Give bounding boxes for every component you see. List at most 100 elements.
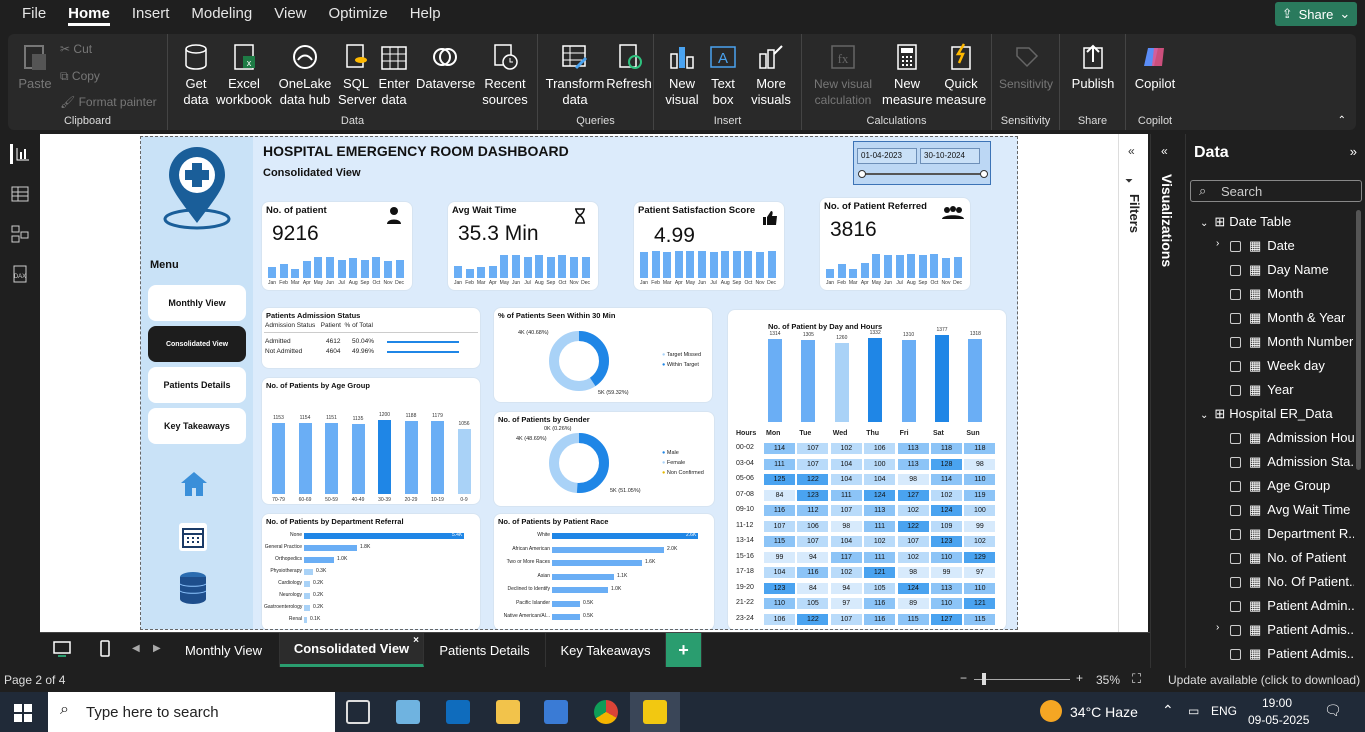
sensitivity-button[interactable]: Sensitivity xyxy=(996,42,1056,92)
powerbi-taskbar-button[interactable] xyxy=(630,692,680,732)
tab-patients-details[interactable]: Patients Details xyxy=(424,633,546,667)
checkbox[interactable] xyxy=(1230,313,1241,325)
field-item[interactable]: › ▦ Patient Admis... xyxy=(1216,622,1354,638)
field-item[interactable]: ▦ Department R... xyxy=(1216,526,1354,542)
share-button[interactable]: ⇪ Share ⌄ xyxy=(1275,2,1357,26)
new-visual-button[interactable]: New visual xyxy=(660,42,704,108)
field-item[interactable]: ▦ Age Group xyxy=(1216,478,1330,494)
chevron-left-icon[interactable]: « xyxy=(1128,144,1135,158)
taskbar-search[interactable]: ⌕ Type here to search xyxy=(48,692,335,732)
checkbox[interactable] xyxy=(1230,505,1241,517)
checkbox[interactable] xyxy=(1230,553,1241,565)
new-visual-calculation-button[interactable]: fx New visual calculation xyxy=(806,42,880,108)
mobile-layout-icon[interactable] xyxy=(98,639,112,659)
checkbox[interactable] xyxy=(1230,481,1241,493)
field-table[interactable]: ⌄ ⊞ Date Table xyxy=(1200,214,1291,230)
battery-icon[interactable]: ▭ xyxy=(1188,704,1199,718)
home-icon[interactable] xyxy=(179,469,209,499)
field-item[interactable]: ▦ Year xyxy=(1216,382,1294,398)
clock-date[interactable]: 09-05-2025 xyxy=(1248,713,1309,727)
zoom-slider-handle[interactable] xyxy=(982,673,986,685)
checkbox[interactable] xyxy=(1230,289,1241,301)
add-page-button[interactable]: + xyxy=(666,633,702,667)
get-data-button[interactable]: Get data xyxy=(176,42,216,108)
checkbox[interactable] xyxy=(1230,385,1241,397)
enter-data-button[interactable]: Enter data xyxy=(376,42,412,108)
date-slider-start-handle[interactable] xyxy=(858,170,866,178)
menu-insert[interactable]: Insert xyxy=(132,5,170,26)
quick-measure-button[interactable]: Quick measure xyxy=(932,42,990,108)
refresh-button[interactable]: Refresh xyxy=(606,42,652,92)
paste-button[interactable]: Paste xyxy=(18,42,52,92)
data-search-input[interactable]: ⌕ Search xyxy=(1190,180,1362,202)
prev-page-icon[interactable]: ◀ xyxy=(132,643,140,654)
zoom-out-button[interactable]: − xyxy=(960,671,967,685)
checkbox[interactable] xyxy=(1230,361,1241,373)
table-view-icon[interactable] xyxy=(10,184,30,204)
date-slider-end-handle[interactable] xyxy=(980,170,988,178)
desktop-layout-icon[interactable] xyxy=(52,639,72,659)
sql-server-button[interactable]: SQL Server xyxy=(338,42,376,108)
menu-modeling[interactable]: Modeling xyxy=(191,5,252,26)
task-view-icon[interactable] xyxy=(346,700,370,724)
field-item[interactable]: ▦ Day Name xyxy=(1216,262,1329,278)
field-item[interactable]: ▦ Admission Hour xyxy=(1216,430,1354,446)
format-painter-button[interactable]: 🖌 Format painter xyxy=(60,95,157,109)
menu-file[interactable]: File xyxy=(22,5,46,26)
checkbox[interactable] xyxy=(1230,601,1241,613)
field-item[interactable]: ▦ Patient Admin... xyxy=(1216,598,1354,614)
more-visuals-button[interactable]: More visuals xyxy=(744,42,798,108)
chevron-up-icon[interactable]: ⌃ xyxy=(1162,702,1174,719)
copilot-button[interactable]: Copilot xyxy=(1128,42,1182,92)
checkbox[interactable] xyxy=(1230,529,1241,541)
fit-page-icon[interactable]: ⛶ xyxy=(1132,671,1141,687)
field-item[interactable]: ▦ Avg Wait Time xyxy=(1216,502,1350,518)
field-table[interactable]: ⌄ ⊞ Hospital ER_Data xyxy=(1200,406,1333,422)
field-item[interactable]: ▦ Admission Sta... xyxy=(1216,454,1354,470)
chrome-icon[interactable] xyxy=(594,700,618,724)
nav-key-takeaways[interactable]: Key Takeaways xyxy=(148,408,246,444)
excel-workbook-button[interactable]: x Excel workbook xyxy=(216,42,272,108)
database-icon[interactable] xyxy=(177,571,209,605)
checkbox[interactable] xyxy=(1230,577,1241,589)
new-measure-button[interactable]: New measure xyxy=(882,42,933,108)
next-page-icon[interactable]: ▶ xyxy=(153,643,161,654)
clock-time[interactable]: 19:00 xyxy=(1262,696,1292,710)
dax-query-icon[interactable]: DAX xyxy=(10,264,30,284)
weather-text[interactable]: 34°C Haze xyxy=(1070,704,1138,720)
nav-patients-details[interactable]: Patients Details xyxy=(148,367,246,403)
tab-key-takeaways[interactable]: Key Takeaways xyxy=(546,633,666,667)
menu-optimize[interactable]: Optimize xyxy=(329,5,388,26)
date-from-input[interactable]: 01-04-2023 xyxy=(857,148,917,164)
tab-monthly-view[interactable]: Monthly View xyxy=(168,633,280,667)
checkbox[interactable] xyxy=(1230,433,1241,445)
update-notice[interactable]: Update available (click to download) xyxy=(1168,673,1360,687)
language-indicator[interactable]: ENG xyxy=(1211,704,1237,718)
checkbox[interactable] xyxy=(1230,337,1241,349)
close-icon[interactable]: × xyxy=(413,635,419,646)
calendar-icon[interactable] xyxy=(177,521,209,553)
recent-sources-button[interactable]: Recent sources xyxy=(476,42,534,108)
field-item[interactable]: › ▦ Date xyxy=(1216,238,1295,254)
outlook-icon[interactable] xyxy=(446,700,470,724)
model-view-icon[interactable] xyxy=(10,224,30,244)
scrollbar[interactable] xyxy=(1356,210,1361,470)
nav-consolidated-view[interactable]: Consolidated View xyxy=(148,326,246,362)
tab-consolidated-view[interactable]: Consolidated View × xyxy=(280,633,424,667)
file-explorer-icon[interactable] xyxy=(496,700,520,724)
menu-view[interactable]: View xyxy=(274,5,306,26)
transform-data-button[interactable]: Transform data xyxy=(544,42,606,108)
checkbox[interactable] xyxy=(1230,241,1241,253)
checkbox[interactable] xyxy=(1230,649,1241,661)
field-item[interactable]: ▦ Month xyxy=(1216,286,1303,302)
chevron-left-icon[interactable]: « xyxy=(1161,144,1168,158)
field-item[interactable]: ▦ No. Of Patient... xyxy=(1216,574,1354,590)
filters-label[interactable]: Filters xyxy=(1127,194,1142,233)
date-to-input[interactable]: 30-10-2024 xyxy=(920,148,980,164)
menu-home[interactable]: Home xyxy=(68,5,110,26)
collapse-ribbon-icon[interactable]: ⌃ xyxy=(1338,115,1346,126)
chevron-right-icon[interactable]: » xyxy=(1350,144,1357,159)
store-icon[interactable] xyxy=(544,700,568,724)
app-icon[interactable] xyxy=(396,700,420,724)
cut-button[interactable]: ✂ Cut xyxy=(60,42,92,56)
